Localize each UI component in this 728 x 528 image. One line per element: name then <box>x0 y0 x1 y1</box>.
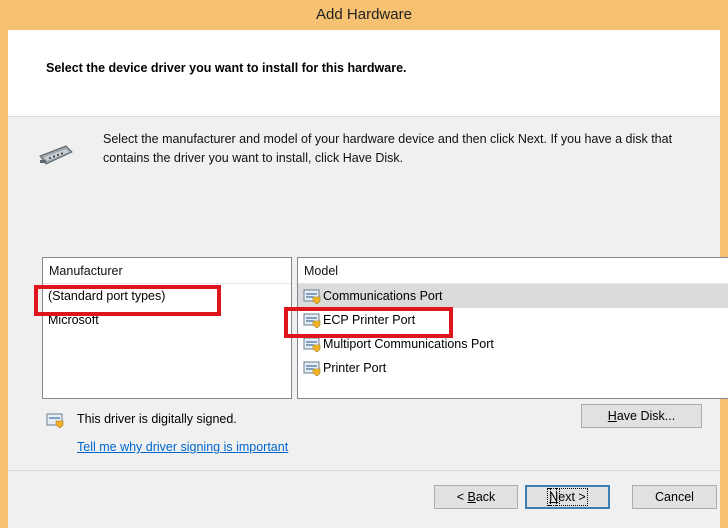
back-prefix: < <box>456 490 468 504</box>
back-accel: B <box>467 490 476 504</box>
back-button[interactable]: < Back <box>434 485 518 509</box>
next-button[interactable]: Next > <box>525 485 610 509</box>
have-disk-rest: ave Disk... <box>616 409 676 423</box>
have-disk-button[interactable]: Have Disk... <box>581 404 702 428</box>
model-item-label: Communications Port <box>323 289 443 303</box>
footer-divider <box>8 470 720 471</box>
header-title: Select the device driver you want to ins… <box>46 61 407 75</box>
wizard-header: Select the device driver you want to ins… <box>8 30 720 117</box>
have-disk-accel: H <box>607 409 617 423</box>
model-item[interactable]: Communications Port <box>298 284 728 308</box>
model-item[interactable]: Printer Port <box>298 356 728 380</box>
next-label: Next > <box>547 488 588 506</box>
back-rest: ack <box>475 490 496 504</box>
model-highlight-box <box>284 307 453 338</box>
add-hardware-window: Add Hardware Select the device driver yo… <box>0 0 728 528</box>
intro-text: Select the manufacturer and model of you… <box>103 132 673 165</box>
signed-driver-icon <box>46 413 64 428</box>
manufacturer-header: Manufacturer <box>43 258 291 284</box>
serial-port-icon <box>39 145 73 165</box>
model-header: Model <box>298 258 728 284</box>
next-rest: ext > <box>556 488 588 506</box>
port-icon <box>303 289 321 304</box>
model-item-label: Printer Port <box>323 361 387 375</box>
port-icon <box>303 361 321 376</box>
driver-signing-link[interactable]: Tell me why driver signing is important <box>77 440 288 454</box>
manufacturer-list[interactable]: Manufacturer (Standard port types) Micro… <box>42 257 292 399</box>
window-title: Add Hardware <box>8 0 720 30</box>
manufacturer-highlight-box <box>34 285 221 316</box>
port-icon <box>303 337 321 352</box>
next-accel: N <box>547 488 561 506</box>
signed-status: This driver is digitally signed. <box>77 412 237 426</box>
cancel-button[interactable]: Cancel <box>632 485 717 509</box>
